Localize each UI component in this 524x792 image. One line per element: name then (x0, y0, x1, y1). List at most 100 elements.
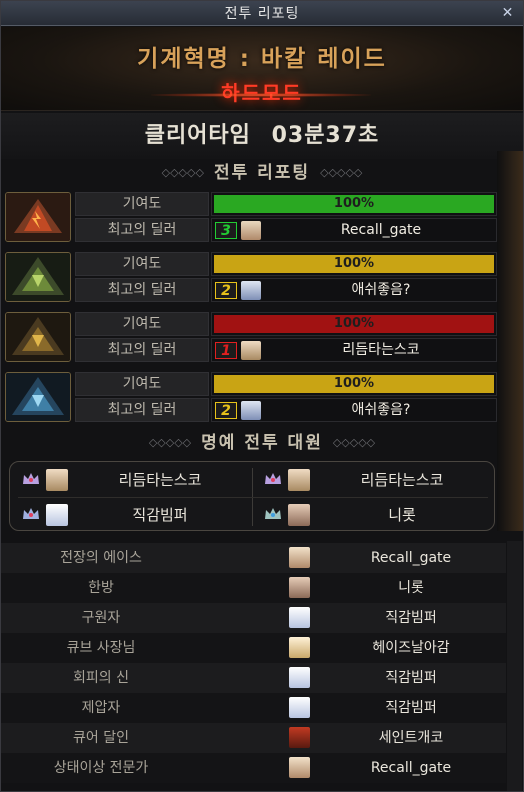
honor-section-title: 명예 전투 대원 (201, 433, 323, 453)
award-row: 전장의 에이스 Recall_gate (1, 543, 506, 573)
top-dealer-name: 리듬타는스코 (342, 342, 420, 358)
party-row: 기여도 100% 최고의 딜러 3 Recall_gate (5, 192, 497, 244)
honor-member-name: 리듬타는스코 (118, 471, 202, 489)
party-emblem-icon (5, 372, 71, 422)
raid-name: 기계혁명 : 바칼 레이드 (137, 46, 387, 72)
award-row: 한방 니롯 (1, 573, 506, 603)
rank-badge: 2 (215, 402, 237, 419)
top-dealer-label: 최고의 딜러 (75, 398, 209, 422)
window-title: 전투 리포팅 (224, 6, 300, 22)
award-winner-name: 직감빔퍼 (385, 700, 437, 716)
honor-member: 리듬타는스코 (256, 465, 492, 495)
divider-ornament-icon: ◇◇◇◇◇ (161, 166, 204, 179)
crown-icon (23, 473, 39, 484)
contribution-value: 100% (333, 256, 375, 271)
award-title: 상태이상 전문가 (53, 760, 149, 776)
difficulty-mode: 하드모드 (1, 77, 523, 106)
avatar (289, 607, 310, 628)
rank-badge: 3 (215, 222, 237, 239)
award-row: 제압자 직감빔퍼 (1, 693, 506, 723)
contribution-bar: 100% (211, 192, 497, 216)
award-row: 큐어 달인 세인트개코 (1, 723, 506, 753)
award-row: 상태이상 전문가 Recall_gate (1, 753, 506, 783)
award-title: 구원자 (81, 610, 121, 626)
top-dealer-cell: 3 Recall_gate (211, 218, 497, 242)
divider (18, 497, 488, 498)
clear-time: 클리어타임 03분37초 (1, 113, 523, 159)
honor-member-name: 직감빔퍼 (132, 506, 188, 524)
avatar (288, 504, 310, 526)
avatar (289, 697, 310, 718)
rank-badge: 1 (215, 342, 237, 359)
raid-banner: 기계혁명 : 바칼 레이드 하드모드 (1, 27, 523, 111)
divider-ornament-icon: ◇◇◇◇◇ (148, 436, 192, 449)
contribution-value: 100% (333, 316, 375, 331)
contribution-value: 100% (333, 376, 375, 391)
crown-icon (23, 508, 39, 519)
crown-icon (265, 508, 281, 519)
honor-member: 직감빔퍼 (14, 500, 250, 530)
top-dealer-name: 애쉬좋음? (351, 402, 411, 418)
award-row: 구원자 직감빔퍼 (1, 603, 506, 633)
avatar (289, 667, 310, 688)
avatar (289, 547, 310, 568)
party-row: 기여도 100% 최고의 딜러 1 리듬타는스코 (5, 312, 497, 364)
scrollbar[interactable] (507, 541, 522, 791)
title-bar[interactable]: 전투 리포팅 ✕ (1, 1, 523, 26)
award-title: 큐브 사장님 (66, 640, 136, 656)
background-edge (497, 151, 523, 531)
contribution-label: 기여도 (75, 312, 209, 336)
report-section-header: ◇◇◇◇◇ 전투 리포팅 ◇◇◇◇◇ (1, 159, 523, 187)
award-title: 전장의 에이스 (60, 550, 142, 566)
avatar (241, 221, 261, 240)
top-dealer-cell: 1 리듬타는스코 (211, 338, 497, 362)
close-icon[interactable]: ✕ (500, 6, 515, 21)
top-dealer-label: 최고의 딜러 (75, 218, 209, 242)
avatar (46, 469, 68, 491)
party-emblem-icon (5, 192, 71, 242)
honor-member: 니롯 (256, 500, 492, 530)
honor-member-name: 리듬타는스코 (360, 471, 444, 489)
top-dealer-label: 최고의 딜러 (75, 278, 209, 302)
contribution-bar: 100% (211, 372, 497, 396)
contribution-value: 100% (333, 196, 375, 211)
honor-member: 리듬타는스코 (14, 465, 250, 495)
avatar (241, 401, 261, 420)
award-row: 회피의 신 직감빔퍼 (1, 663, 506, 693)
contribution-bar: 100% (211, 312, 497, 336)
party-row: 기여도 100% 최고의 딜러 2 애쉬좋음? (5, 372, 497, 424)
award-winner-name: 직감빔퍼 (385, 670, 437, 686)
contribution-label: 기여도 (75, 252, 209, 276)
award-list[interactable]: 전장의 에이스 Recall_gate 한방 니롯 구원자 직감빔퍼 큐브 사장… (1, 543, 506, 783)
award-title: 한방 (88, 580, 114, 596)
award-winner-name: 니롯 (398, 580, 424, 596)
avatar (289, 727, 310, 748)
honor-panel: 리듬타는스코 리듬타는스코 직감빔퍼 니롯 (9, 461, 495, 531)
party-emblem-icon (5, 252, 71, 302)
honor-member-name: 니롯 (388, 506, 416, 524)
award-winner-name: Recall_gate (370, 760, 452, 776)
rank-badge: 2 (215, 282, 237, 299)
award-row: 큐브 사장님 헤이즈날아감 (1, 633, 506, 663)
avatar (241, 341, 261, 360)
contribution-bar: 100% (211, 252, 497, 276)
top-dealer-name: Recall_gate (340, 222, 422, 238)
top-dealer-name: 애쉬좋음? (351, 282, 411, 298)
top-dealer-cell: 2 애쉬좋음? (211, 278, 497, 302)
party-emblem-icon (5, 312, 71, 362)
battle-report-window: 전투 리포팅 ✕ 기계혁명 : 바칼 레이드 하드모드 클리어타임 03분37초… (0, 0, 524, 792)
divider-ornament-icon: ◇◇◇◇◇ (332, 436, 376, 449)
award-winner-name: Recall_gate (370, 550, 452, 566)
award-title: 제압자 (81, 700, 121, 716)
award-winner-name: 직감빔퍼 (385, 610, 437, 626)
top-dealer-cell: 2 애쉬좋음? (211, 398, 497, 422)
crown-icon (265, 473, 281, 484)
award-winner-name: 세인트개코 (378, 730, 444, 746)
award-title: 큐어 달인 (73, 730, 129, 746)
avatar (241, 281, 261, 300)
party-row: 기여도 100% 최고의 딜러 2 애쉬좋음? (5, 252, 497, 304)
award-winner-name: 헤이즈날아감 (372, 640, 450, 656)
avatar (289, 637, 310, 658)
mode-glow-divider (151, 93, 371, 97)
avatar (46, 504, 68, 526)
